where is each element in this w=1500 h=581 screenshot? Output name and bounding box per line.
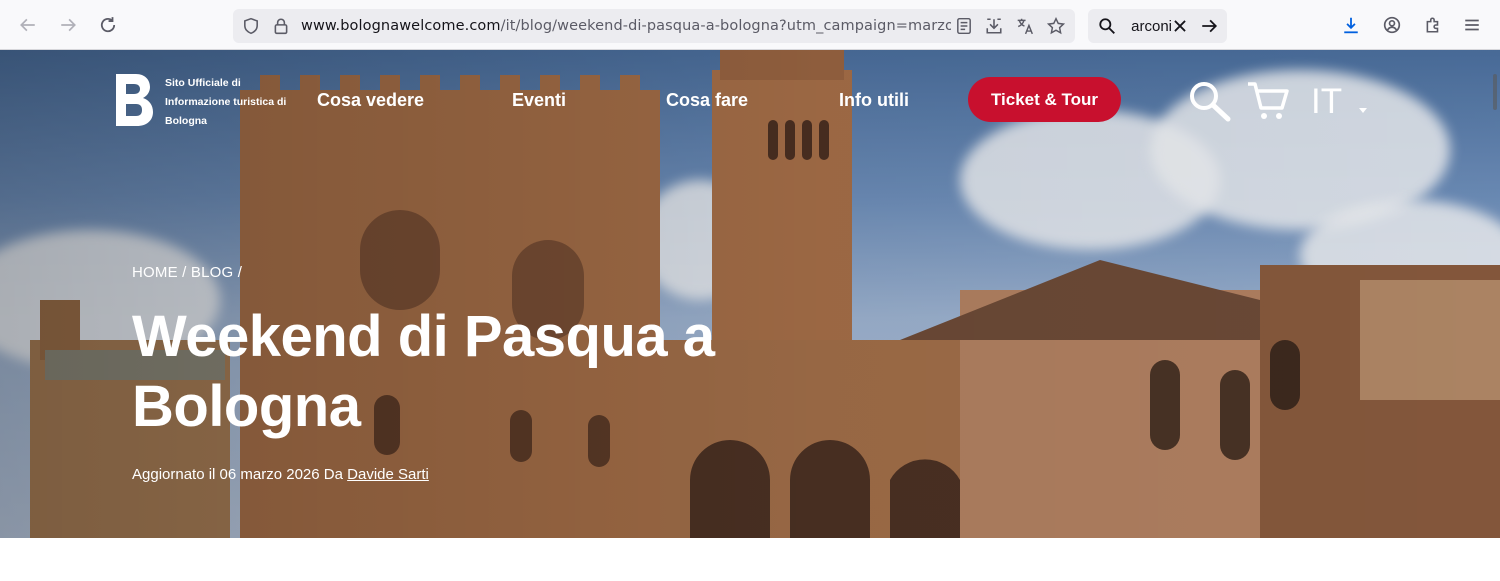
menu-button[interactable]: [1457, 10, 1487, 40]
url-path: /it/blog/weekend-di-pasqua-a-bologna?utm…: [500, 18, 951, 34]
account-icon: [1383, 16, 1401, 34]
search-input[interactable]: arconi: [1122, 18, 1172, 35]
forward-button[interactable]: [53, 10, 83, 40]
nav-eventi[interactable]: Eventi: [512, 90, 566, 111]
author-link[interactable]: Davide Sarti: [347, 466, 429, 483]
updated-text: Aggiornato il 06 marzo 2026 Da: [132, 466, 343, 483]
cart-icon[interactable]: [1246, 80, 1290, 122]
arrow-right-icon: [61, 18, 76, 32]
nav-info-utili[interactable]: Info utili: [839, 90, 909, 111]
ticket-tour-button[interactable]: Ticket & Tour: [968, 77, 1121, 122]
browser-toolbar: www.bolognawelcome.com/it/blog/weekend-d…: [0, 0, 1500, 50]
page-title: Weekend di Pasqua a Bologna: [132, 304, 715, 439]
lock-icon[interactable]: [272, 17, 290, 35]
url-domain: www.bolognawelcome.com: [301, 18, 501, 34]
download-icon: [1344, 17, 1358, 34]
reload-icon: [100, 17, 116, 33]
breadcrumb[interactable]: HOME / BLOG /: [132, 264, 242, 281]
language-selector[interactable]: IT: [1311, 82, 1342, 122]
reader-view-icon[interactable]: [955, 17, 973, 35]
logo-text[interactable]: Sito Ufficiale di Informazione turistica…: [165, 74, 295, 131]
scrollbar-thumb[interactable]: [1493, 74, 1497, 110]
clear-icon[interactable]: [1171, 17, 1189, 35]
go-arrow-icon[interactable]: [1200, 17, 1218, 35]
caret-down-icon[interactable]: [1359, 108, 1367, 113]
account-button[interactable]: [1377, 10, 1407, 40]
search-icon: [1099, 18, 1115, 34]
arrow-left-icon: [20, 18, 35, 32]
reload-button[interactable]: [93, 10, 123, 40]
hamburger-icon: [1465, 19, 1479, 31]
site-logo-icon[interactable]: [112, 72, 154, 128]
search-bar[interactable]: arconi: [1088, 9, 1227, 43]
page-content-area: [0, 538, 1500, 581]
nav-cosa-vedere[interactable]: Cosa vedere: [317, 90, 424, 111]
url-text[interactable]: www.bolognawelcome.com/it/blog/weekend-d…: [301, 18, 951, 34]
search-icon[interactable]: [1188, 80, 1232, 122]
address-bar[interactable]: www.bolognawelcome.com/it/blog/weekend-d…: [233, 9, 1075, 43]
downloads-button[interactable]: [1336, 10, 1366, 40]
shield-icon[interactable]: [242, 17, 260, 35]
back-button[interactable]: [13, 10, 43, 40]
hero-section: Sito Ufficiale di Informazione turistica…: [0, 50, 1500, 538]
bookmark-star-icon[interactable]: [1047, 17, 1065, 35]
save-page-icon[interactable]: [985, 17, 1003, 35]
puzzle-icon: [1426, 17, 1439, 33]
nav-cosa-fare[interactable]: Cosa fare: [666, 90, 748, 111]
extensions-button[interactable]: [1418, 10, 1448, 40]
article-meta: Aggiornato il 06 marzo 2026 Da Davide Sa…: [132, 466, 429, 483]
translate-icon[interactable]: [1016, 17, 1034, 35]
